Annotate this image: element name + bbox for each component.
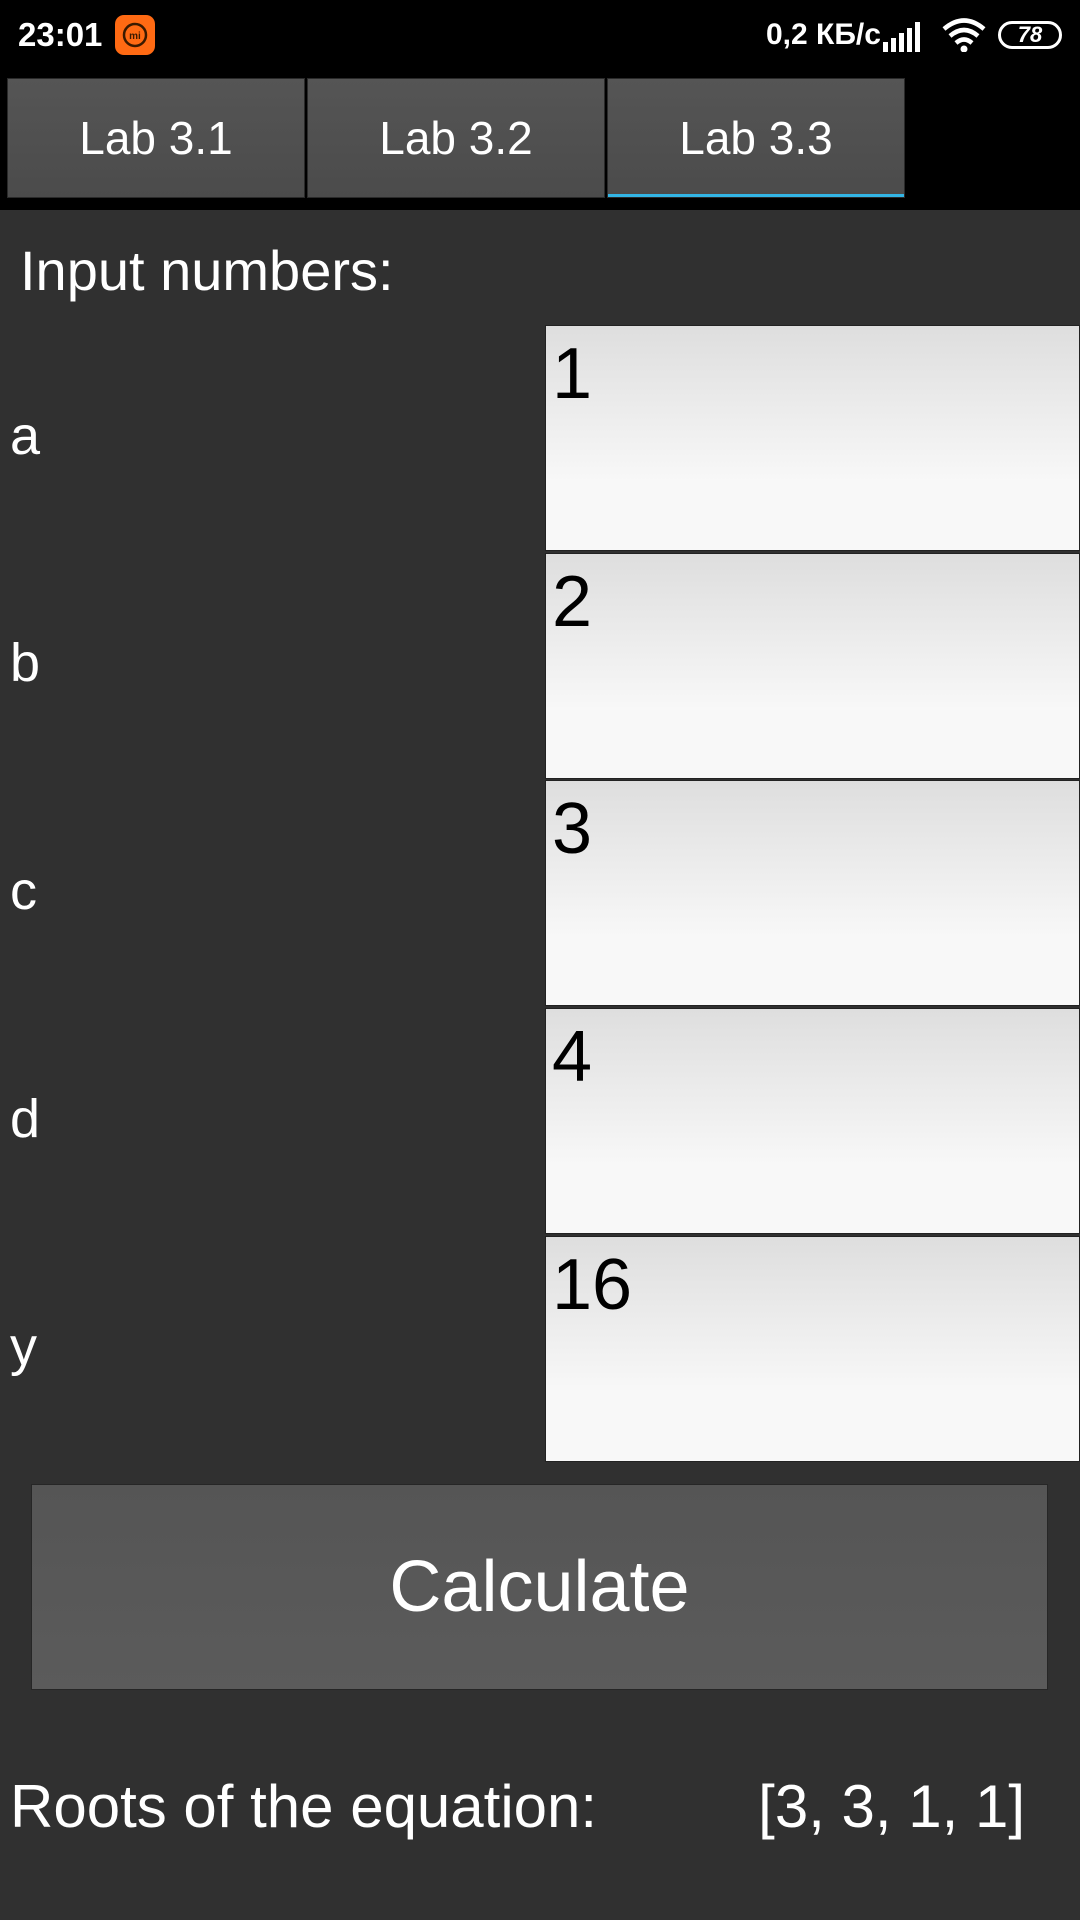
calculate-label: Calculate bbox=[389, 1547, 690, 1627]
tab-label: Lab 3.1 bbox=[79, 112, 233, 164]
status-bar: 23:01 mi 0,2 КБ/с 78 bbox=[0, 0, 1080, 72]
input-y[interactable]: 16 bbox=[545, 1236, 1080, 1462]
tab-lab-3-1[interactable]: Lab 3.1 bbox=[7, 78, 305, 198]
tab-label: Lab 3.3 bbox=[679, 112, 833, 164]
tab-lab-3-2[interactable]: Lab 3.2 bbox=[307, 78, 605, 198]
signal-icon bbox=[883, 22, 927, 57]
label-a: a bbox=[10, 406, 41, 466]
input-b[interactable]: 2 bbox=[545, 553, 1080, 779]
tab-bar: Lab 3.1 Lab 3.2 Lab 3.3 bbox=[0, 72, 1080, 210]
status-time: 23:01 bbox=[18, 16, 103, 53]
battery-level: 78 bbox=[1017, 22, 1043, 47]
label-d: d bbox=[10, 1089, 41, 1149]
mi-icon: mi bbox=[115, 15, 155, 55]
roots-value: [3, 3, 1, 1] bbox=[758, 1773, 1025, 1840]
label-b: b bbox=[10, 633, 41, 693]
battery-icon: 78 bbox=[998, 21, 1062, 49]
main-content: Input numbers: a 1 b 2 c 3 d 4 y 16 Calc… bbox=[0, 210, 1080, 1920]
label-c: c bbox=[10, 861, 37, 921]
svg-text:mi: mi bbox=[129, 31, 141, 42]
input-c[interactable]: 3 bbox=[545, 780, 1080, 1006]
input-d[interactable]: 4 bbox=[545, 1008, 1080, 1234]
wifi-icon bbox=[942, 18, 986, 57]
calculate-button[interactable]: Calculate bbox=[31, 1484, 1048, 1690]
tab-lab-3-3[interactable]: Lab 3.3 bbox=[607, 78, 905, 198]
tab-label: Lab 3.2 bbox=[379, 112, 533, 164]
input-numbers-heading: Input numbers: bbox=[20, 239, 394, 302]
network-speed: 0,2 КБ/с bbox=[766, 18, 881, 51]
selected-tab-indicator bbox=[608, 194, 904, 197]
label-y: y bbox=[10, 1317, 37, 1377]
input-a[interactable]: 1 bbox=[545, 325, 1080, 551]
roots-label: Roots of the equation: bbox=[10, 1773, 598, 1840]
